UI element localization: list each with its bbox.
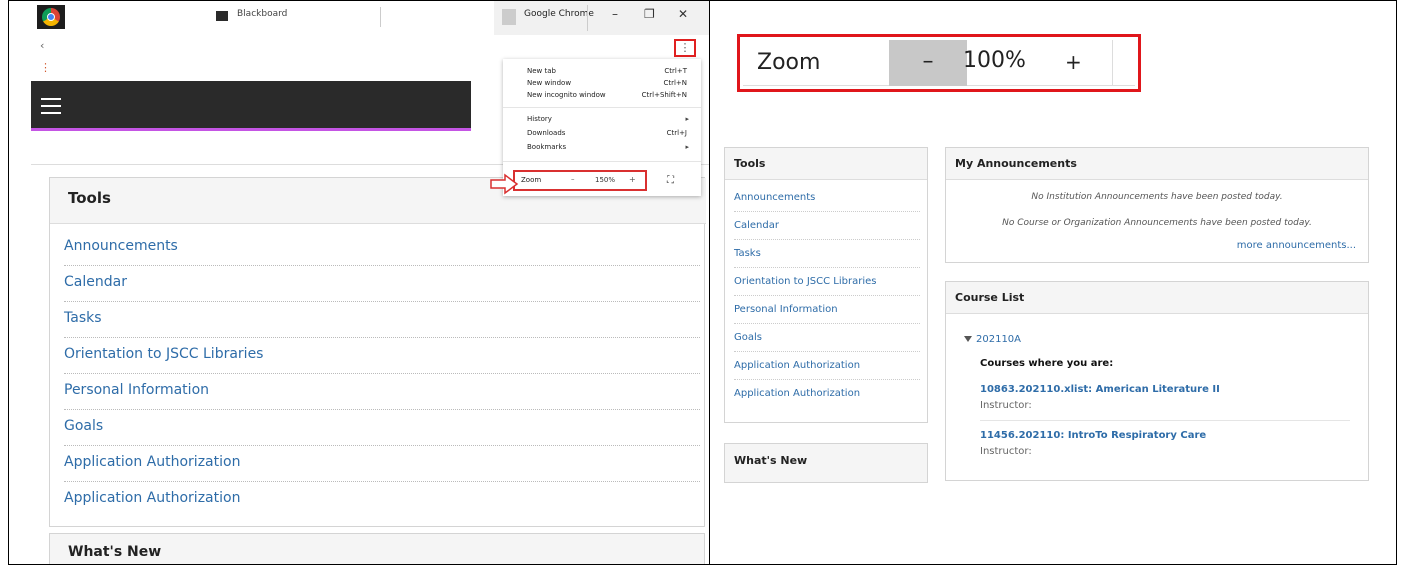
- announcements-title: My Announcements: [955, 157, 1077, 170]
- tool-link-personal-information[interactable]: Personal Information: [734, 296, 920, 324]
- submenu-arrow-icon: ▸: [685, 115, 689, 123]
- chrome-core-icon: [47, 13, 55, 21]
- course-list-title: Course List: [955, 291, 1025, 304]
- zoom-in-button[interactable]: +: [1065, 50, 1082, 74]
- blackboard-favicon-icon: [216, 11, 228, 21]
- course-list-module: Course List 202110A Courses where you ar…: [945, 281, 1369, 481]
- tool-link-tasks[interactable]: Tasks: [734, 240, 920, 268]
- zoom-control-large: Zoom – 100% +: [743, 40, 1135, 86]
- tool-link-goals[interactable]: Goals: [64, 410, 700, 446]
- menu-separator: [503, 107, 701, 108]
- tool-link-goals[interactable]: Goals: [734, 324, 920, 352]
- menu-item-label: New tab: [527, 67, 556, 75]
- term-toggle[interactable]: 202110A: [964, 334, 1021, 345]
- chrome-dropdown-menu: New tab Ctrl+T New window Ctrl+N New inc…: [503, 59, 701, 196]
- menu-item-new-window[interactable]: New window Ctrl+N: [527, 79, 695, 87]
- tools-module: Tools Announcements Calendar Tasks Orien…: [49, 177, 706, 527]
- course-link[interactable]: 11456.202110: IntroTo Respiratory Care: [980, 430, 1206, 441]
- menu-item-new-tab[interactable]: New tab Ctrl+T: [527, 67, 695, 75]
- apps-dots-icon[interactable]: ⋮: [40, 61, 51, 74]
- zoom-level: 100%: [963, 48, 1026, 73]
- restore-icon[interactable]: ❐: [644, 7, 655, 21]
- tool-link-personal-information[interactable]: Personal Information: [64, 374, 700, 410]
- chrome-window-bar: Google Chrome – ❐ ✕: [494, 1, 709, 35]
- blackboard-header-bar: [31, 81, 471, 131]
- menu-item-label: Bookmarks: [527, 143, 567, 151]
- whats-new-module: What's New: [724, 443, 928, 483]
- course-list-header: Course List: [946, 282, 1368, 314]
- zoom-out-button[interactable]: –: [571, 175, 575, 183]
- course-instructor: Instructor:: [980, 446, 1032, 457]
- menu-item-shortcut: Ctrl+J: [666, 129, 687, 137]
- zoom-in-button[interactable]: +: [629, 175, 636, 184]
- announcement-message: No Institution Announcements have been p…: [1031, 192, 1283, 202]
- menu-item-new-incognito-window[interactable]: New incognito window Ctrl+Shift+N: [527, 91, 695, 99]
- submenu-arrow-icon: ▸: [685, 143, 689, 151]
- zoom-out-button[interactable]: –: [889, 40, 967, 86]
- whats-new-module: What's New: [49, 533, 705, 564]
- menu-item-bookmarks[interactable]: Bookmarks ▸: [527, 143, 695, 151]
- close-icon[interactable]: ✕: [678, 7, 688, 21]
- tool-link-tasks[interactable]: Tasks: [64, 302, 700, 338]
- zoom-separator: [1112, 40, 1113, 86]
- tool-link-calendar[interactable]: Calendar: [734, 212, 920, 240]
- menu-item-label: New incognito window: [527, 91, 606, 99]
- menu-separator: [503, 161, 701, 162]
- hamburger-menu-icon[interactable]: [41, 98, 61, 119]
- minimize-icon[interactable]: –: [612, 7, 618, 21]
- zoom-control-highlight: Zoom – 150% +: [513, 170, 647, 191]
- menu-item-label: New window: [527, 79, 572, 87]
- tools-title: Tools: [68, 189, 111, 207]
- tool-link-announcements[interactable]: Announcements: [734, 184, 920, 212]
- pointer-arrow-icon: [490, 173, 519, 195]
- caret-down-icon: [964, 336, 972, 342]
- menu-item-label: History: [527, 115, 552, 123]
- menu-item-downloads[interactable]: Downloads Ctrl+J: [527, 129, 695, 137]
- tools-module: Tools Announcements Calendar Tasks Orien…: [724, 147, 928, 423]
- tool-link-announcements[interactable]: Announcements: [64, 230, 700, 266]
- left-screenshot-panel: Blackboard ‹ ⋮ Tools Announcements Calen…: [8, 0, 710, 565]
- tool-link-application-authorization-2[interactable]: Application Authorization: [64, 482, 700, 518]
- course-instructor: Instructor:: [980, 400, 1032, 411]
- tool-link-application-authorization[interactable]: Application Authorization: [734, 352, 920, 380]
- menu-item-label: Downloads: [527, 129, 566, 137]
- window-title: Google Chrome: [524, 9, 594, 19]
- announcement-message: No Course or Organization Announcements …: [1002, 218, 1312, 228]
- tools-header: Tools: [725, 148, 927, 180]
- course-link[interactable]: 10863.202110.xlist: American Literature …: [980, 384, 1220, 395]
- announcements-header: My Announcements: [946, 148, 1368, 180]
- tool-link-orientation[interactable]: Orientation to JSCC Libraries: [64, 338, 700, 374]
- whats-new-title: What's New: [68, 544, 162, 560]
- announcements-module: My Announcements No Institution Announce…: [945, 147, 1369, 263]
- chrome-menu-button[interactable]: ⋮: [674, 39, 696, 57]
- menu-item-shortcut: Ctrl+Shift+N: [641, 91, 687, 99]
- back-arrow-icon[interactable]: ‹: [40, 39, 44, 52]
- zoom-label: Zoom: [521, 176, 542, 184]
- course-separator: [980, 420, 1350, 421]
- whats-new-title: What's New: [734, 454, 808, 467]
- zoom-level: 150%: [595, 176, 616, 184]
- window-separator: [587, 5, 588, 31]
- right-screenshot-panel: Zoom – 100% + Tools Announcements Calend…: [710, 0, 1397, 565]
- menu-item-shortcut: Ctrl+T: [664, 67, 687, 75]
- tools-title: Tools: [734, 157, 766, 170]
- courses-role-heading: Courses where you are:: [980, 358, 1114, 369]
- tool-link-application-authorization-2[interactable]: Application Authorization: [734, 380, 920, 408]
- term-label: 202110A: [976, 334, 1022, 345]
- menu-item-shortcut: Ctrl+N: [663, 79, 687, 87]
- tool-link-orientation[interactable]: Orientation to JSCC Libraries: [734, 268, 920, 296]
- tab-separator: [380, 7, 381, 27]
- fullscreen-icon[interactable]: ⛶: [667, 175, 674, 186]
- menu-item-history[interactable]: History ▸: [527, 115, 695, 123]
- zoom-highlight-box: Zoom – 100% +: [737, 34, 1141, 92]
- zoom-label: Zoom: [757, 50, 821, 75]
- chrome-logo-icon[interactable]: [37, 5, 65, 29]
- window-app-icon: [502, 9, 516, 25]
- tool-link-application-authorization[interactable]: Application Authorization: [64, 446, 700, 482]
- more-announcements-link[interactable]: more announcements...: [1237, 240, 1356, 251]
- tool-link-calendar[interactable]: Calendar: [64, 266, 700, 302]
- tab-title[interactable]: Blackboard: [237, 9, 287, 19]
